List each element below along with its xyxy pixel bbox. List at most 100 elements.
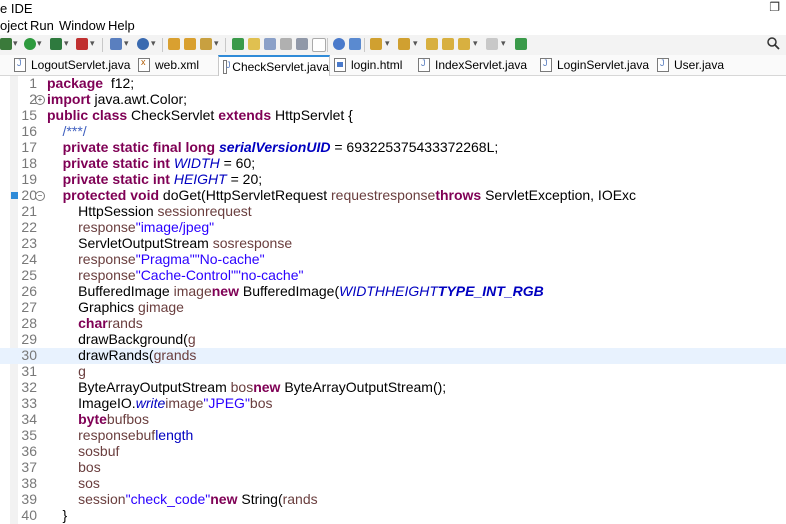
code-text: sosbuf xyxy=(78,443,120,459)
code-line[interactable]: 23 ServletOutputStream sosresponse xyxy=(0,235,786,252)
menu-help[interactable]: Help xyxy=(108,18,135,33)
dropdown-arrow-icon[interactable]: ▾ xyxy=(473,38,478,49)
code-text: import java.awt.Color; xyxy=(47,91,188,107)
restore-window-icon[interactable]: ❐ xyxy=(769,0,780,14)
toolbar: ▾ ▾ ▾ ▾ ▾ ▾ ▾ ▾ ▾ ▾ ▾ xyxy=(0,35,786,55)
code-line[interactable]: 29 drawBackground(g xyxy=(0,331,786,348)
menu-window[interactable]: Window xyxy=(59,18,105,33)
open-task-icon[interactable] xyxy=(200,38,212,50)
code-line[interactable]: 39 session"check_code"new String(rands xyxy=(0,491,786,508)
globe-icon[interactable] xyxy=(333,38,345,50)
dropdown-arrow-icon[interactable]: ▾ xyxy=(151,38,156,49)
line-number: 34 xyxy=(21,411,37,427)
highlight-icon[interactable] xyxy=(248,38,260,50)
dropdown-arrow-icon[interactable]: ▾ xyxy=(501,38,506,49)
code-line[interactable]: 28 charrands xyxy=(0,315,786,332)
code-text: private static final long serialVersionU… xyxy=(62,139,499,155)
code-line[interactable]: 20− protected void doGet(HttpServletRequ… xyxy=(0,187,786,204)
stop-server-icon[interactable] xyxy=(76,38,88,50)
code-line[interactable]: 16 /***/ xyxy=(0,123,786,140)
back-icon[interactable] xyxy=(442,38,454,50)
code-text: /***/ xyxy=(47,123,87,139)
code-line[interactable]: 2 + import java.awt.Color; xyxy=(0,91,786,108)
override-marker-icon[interactable] xyxy=(11,192,18,199)
code-line[interactable]: 35 responsebuflength xyxy=(0,427,786,444)
line-number: 39 xyxy=(21,491,37,507)
run-server-icon[interactable] xyxy=(50,38,62,50)
tab-label: IndexServlet.java xyxy=(435,58,528,72)
menu-run[interactable]: Run xyxy=(30,18,54,33)
new-wizard-icon[interactable] xyxy=(110,38,122,50)
code-line[interactable]: 27 Graphics gimage xyxy=(0,299,786,316)
code-line[interactable]: 22 response"image/jpeg" xyxy=(0,219,786,236)
collapse-fold-icon[interactable]: − xyxy=(35,191,45,201)
new-class-icon[interactable] xyxy=(137,38,149,50)
code-editor[interactable]: 1 package f12; 2 + import java.awt.Color; 15 p… xyxy=(0,75,786,524)
line-number: 18 xyxy=(21,155,37,171)
code-text: charrands xyxy=(78,315,143,331)
block-selection-icon[interactable] xyxy=(264,38,276,50)
tab-checkservlet[interactable]: CheckServlet.java xyxy=(218,55,330,76)
line-number: 35 xyxy=(21,427,37,443)
tab-indexservlet[interactable]: IndexServlet.java xyxy=(414,55,528,75)
open-folder-icon[interactable] xyxy=(168,38,180,50)
tab-web-xml[interactable]: web.xml xyxy=(134,55,218,75)
code-line[interactable]: 25 response"Cache-Control""no-cache" xyxy=(0,267,786,284)
tab-logoutservlet[interactable]: LogoutServlet.java xyxy=(10,55,134,75)
line-number: 28 xyxy=(21,315,37,331)
code-line[interactable]: 19 private static int HEIGHT = 20; xyxy=(0,171,786,188)
next-annotation-icon[interactable] xyxy=(370,38,382,50)
dropdown-arrow-icon[interactable]: ▾ xyxy=(90,38,95,49)
run-icon[interactable] xyxy=(24,38,36,50)
toolbar-separator xyxy=(162,38,163,52)
code-line[interactable]: 17 private static final long serialVersi… xyxy=(0,139,786,156)
search-icon[interactable] xyxy=(767,37,780,50)
dropdown-arrow-icon[interactable]: ▾ xyxy=(13,38,18,49)
dropdown-arrow-icon[interactable]: ▾ xyxy=(214,38,219,49)
code-line[interactable]: 1 package f12; xyxy=(0,75,786,92)
forward-icon[interactable] xyxy=(458,38,470,50)
line-number: 32 xyxy=(21,379,37,395)
line-number: 30 xyxy=(21,347,37,363)
dropdown-arrow-icon[interactable]: ▾ xyxy=(124,38,129,49)
code-line[interactable]: 31 g xyxy=(0,363,786,380)
tab-label: web.xml xyxy=(155,58,200,72)
dropdown-arrow-icon[interactable]: ▾ xyxy=(413,38,418,49)
next-icon[interactable] xyxy=(486,38,498,50)
code-line[interactable]: 18 private static int WIDTH = 60; xyxy=(0,155,786,172)
last-edit-icon[interactable] xyxy=(426,38,438,50)
menu-project[interactable]: oject xyxy=(0,18,27,33)
java-file-icon xyxy=(418,58,430,72)
dropdown-arrow-icon[interactable]: ▾ xyxy=(385,38,390,49)
code-line[interactable]: 26 BufferedImage imagenew BufferedImage(… xyxy=(0,283,786,300)
code-line[interactable]: 33 ImageIO.writeimage"JPEG"bos xyxy=(0,395,786,412)
code-line[interactable]: 21 HttpSession sessionrequest xyxy=(0,203,786,220)
code-line[interactable]: 34 bytebufbos xyxy=(0,411,786,428)
line-number: 19 xyxy=(21,171,37,187)
dropdown-arrow-icon[interactable]: ▾ xyxy=(64,38,69,49)
code-line[interactable]: 36 sosbuf xyxy=(0,443,786,460)
word-wrap-icon[interactable] xyxy=(280,38,292,50)
open-perspective-icon[interactable] xyxy=(515,38,527,50)
open-type-icon[interactable] xyxy=(184,38,196,50)
code-line[interactable]: 32 ByteArrayOutputStream bosnew ByteArra… xyxy=(0,379,786,396)
code-line[interactable]: 24 response"Pragma""No-cache" xyxy=(0,251,786,268)
tab-loginservlet[interactable]: LoginServlet.java xyxy=(536,55,650,75)
line-number: 24 xyxy=(21,251,37,267)
annotation-icon[interactable] xyxy=(349,38,361,50)
previous-annotation-icon[interactable] xyxy=(398,38,410,50)
java-file-icon xyxy=(657,58,669,72)
gear-icon[interactable] xyxy=(0,38,12,50)
pilcrow-icon[interactable] xyxy=(312,38,326,52)
code-line[interactable]: 30 drawRands(grands xyxy=(0,347,786,364)
code-line[interactable]: 15 public class CheckServlet extends Http… xyxy=(0,107,786,124)
show-whitespace-icon[interactable] xyxy=(296,38,308,50)
expand-fold-icon[interactable]: + xyxy=(35,95,45,105)
search-marker-icon[interactable] xyxy=(232,38,244,50)
code-line[interactable]: 40 } xyxy=(0,507,786,524)
dropdown-arrow-icon[interactable]: ▾ xyxy=(37,38,42,49)
code-line[interactable]: 37 bos xyxy=(0,459,786,476)
code-text: package f12; xyxy=(47,75,135,91)
tab-user-java[interactable]: User.java xyxy=(653,55,733,75)
code-line[interactable]: 38 sos xyxy=(0,475,786,492)
